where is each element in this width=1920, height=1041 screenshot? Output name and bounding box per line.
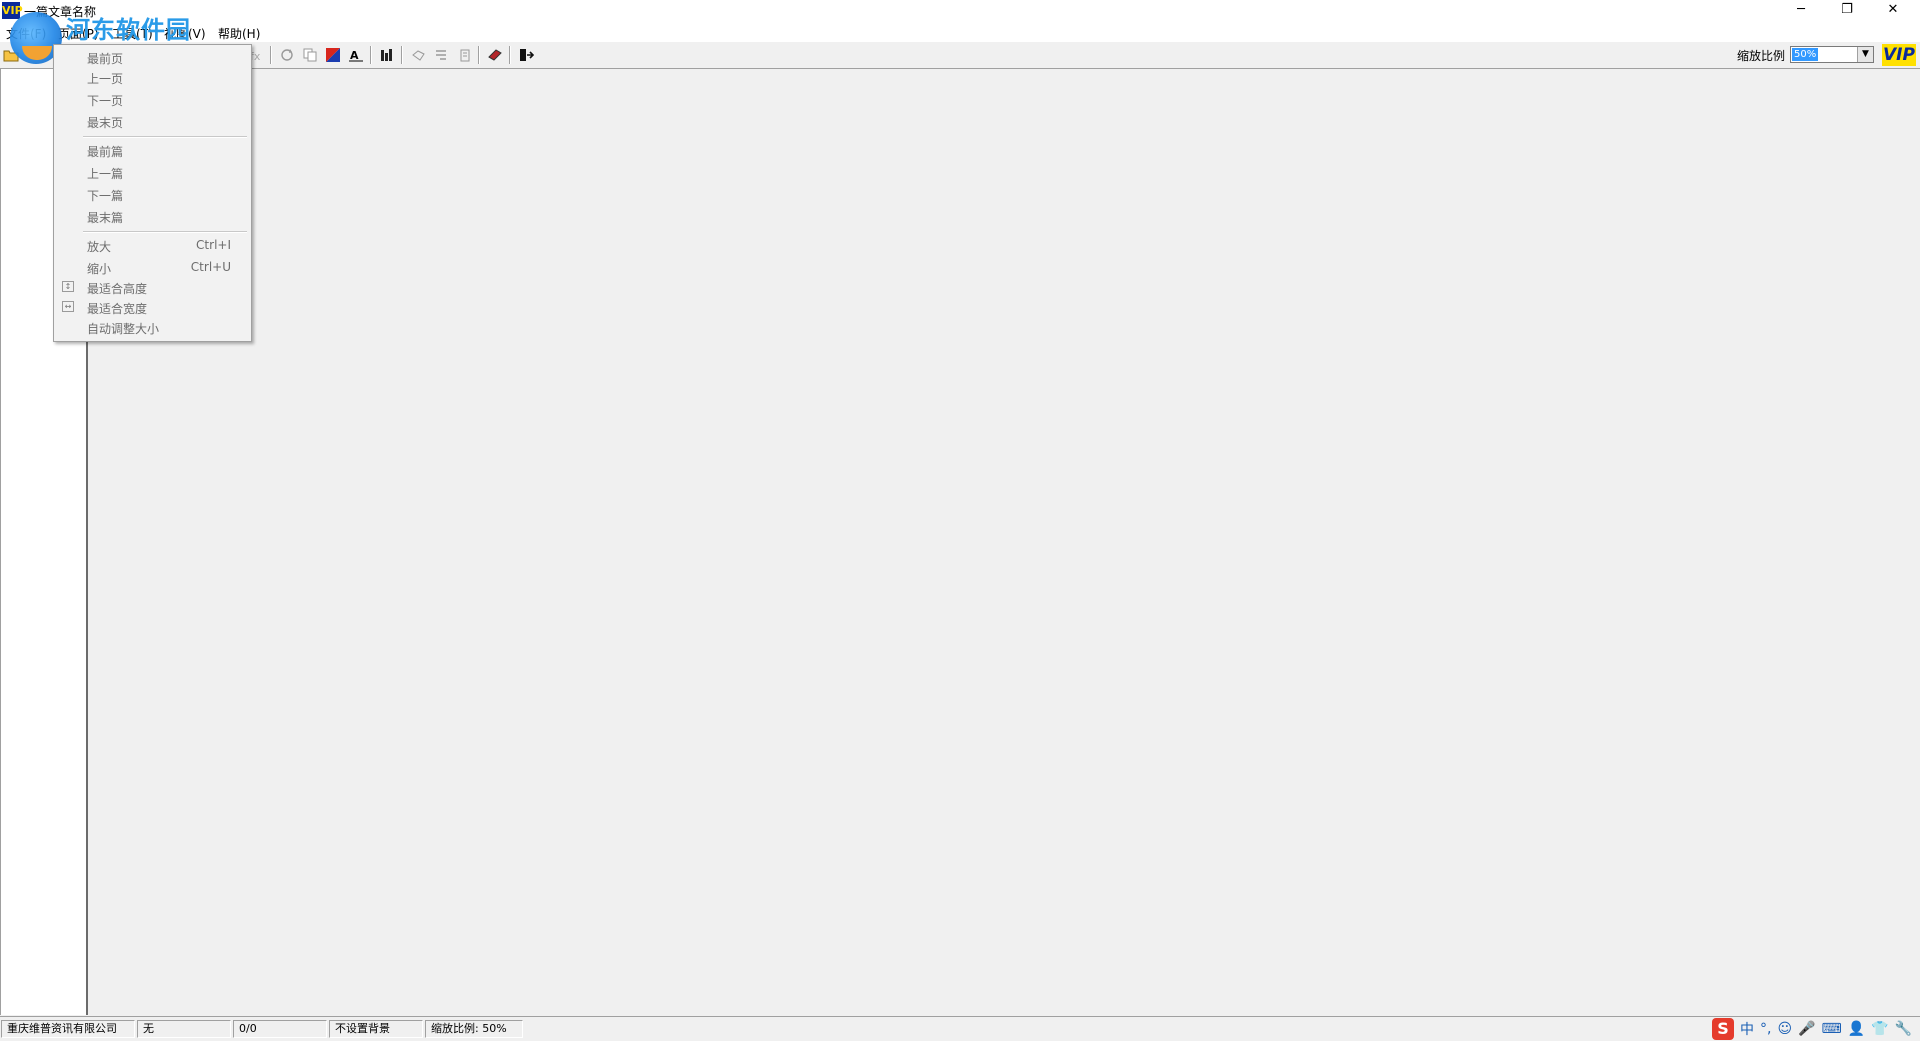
ime-punctuation-indicator[interactable]: °, [1760, 1021, 1771, 1037]
menu-help[interactable]: 帮助(H) [218, 25, 260, 42]
sogou-logo-icon[interactable]: S [1712, 1018, 1734, 1040]
ime-toolbar[interactable]: S 中 °, ☺ 🎤 ⌨ 👤 👕 🔧 [1712, 1017, 1912, 1041]
color-icon[interactable] [323, 46, 343, 64]
window-title: 一篇文章名称 [24, 5, 97, 19]
select-icon[interactable] [431, 46, 451, 64]
keyboard-icon[interactable]: ⌨ [1822, 1021, 1842, 1037]
close-button[interactable]: ✕ [1870, 0, 1916, 22]
menu-separator [83, 136, 247, 138]
text-icon[interactable]: A [346, 46, 366, 64]
settings-wrench-icon[interactable]: 🔧 [1895, 1021, 1912, 1037]
shortcut-text: Ctrl+I [196, 238, 231, 252]
zoom-select-value: 50% [1792, 48, 1819, 61]
app-icon: VIP [2, 2, 23, 19]
title-bar: VIP 一篇文章名称 ─ ❐ ✕ [0, 0, 1920, 22]
document-view[interactable] [92, 69, 1920, 1015]
status-zoom: 缩放比例: 50% [425, 1020, 523, 1038]
fit-height-icon: ↕ [62, 281, 74, 292]
menu-bar: 文件(F) 页面(P) 工具(T) 视图(V) 帮助(H) [0, 22, 1920, 42]
menu-file[interactable]: 文件(F) [6, 25, 46, 42]
chart-icon[interactable] [377, 46, 397, 64]
menu-item-prev-page[interactable]: 上一页 [54, 67, 251, 87]
status-page-count: 0/0 [233, 1020, 327, 1038]
shortcut-text: Ctrl+U [190, 260, 231, 274]
menu-item-auto-size[interactable]: 自动调整大小 [54, 317, 251, 337]
menu-item-zoom-out[interactable]: 缩小 Ctrl+U [54, 257, 251, 277]
menu-item-last-article[interactable]: 最末篇 [54, 206, 251, 226]
copy-icon[interactable] [300, 46, 320, 64]
menu-view[interactable]: 视图(V) [164, 25, 206, 42]
vip-logo: VIP [1882, 44, 1916, 66]
menu-tools[interactable]: 工具(T) [112, 25, 153, 42]
menu-item-last-page[interactable]: 最末页 [54, 111, 251, 131]
hand-icon[interactable] [408, 46, 428, 64]
status-bar: 重庆维普资讯有限公司 无 0/0 不设置背景 缩放比例: 50% S 中 °, … [0, 1016, 1920, 1041]
page-menu-dropdown: 最前页 上一页 下一页 最末页 最前篇 上一篇 下一篇 最末篇 放大 Ctrl+… [53, 44, 252, 342]
menu-separator [83, 231, 247, 233]
chevron-down-icon[interactable]: ▼ [1857, 47, 1873, 62]
zoom-label: 缩放比例 [1737, 49, 1786, 63]
restore-button[interactable]: ❐ [1824, 0, 1870, 22]
pages-icon[interactable] [454, 46, 474, 64]
zoom-select[interactable]: 50% ▼ [1790, 46, 1874, 63]
microphone-icon[interactable]: 🎤 [1798, 1021, 1815, 1037]
menu-item-fit-width[interactable]: ↔ 最适合宽度 [54, 297, 251, 317]
skin-icon[interactable]: 👕 [1871, 1021, 1888, 1037]
menu-item-zoom-in[interactable]: 放大 Ctrl+I [54, 235, 251, 255]
fit-width-icon: ↔ [62, 301, 74, 312]
open-folder-icon[interactable] [1, 46, 21, 64]
ime-mode-indicator[interactable]: 中 [1740, 1019, 1754, 1039]
menu-item-prev-article[interactable]: 上一篇 [54, 162, 251, 182]
menu-item-first-page[interactable]: 最前页 [54, 47, 251, 67]
rotate-icon[interactable] [277, 46, 297, 64]
menu-item-fit-height[interactable]: ↕ 最适合高度 [54, 277, 251, 297]
menu-page[interactable]: 页面(P) [58, 25, 99, 42]
toolbar: fx A 缩放比例 50% ▼ VIP [0, 42, 1920, 69]
menu-item-next-article[interactable]: 下一篇 [54, 184, 251, 204]
user-icon[interactable]: 👤 [1848, 1021, 1865, 1037]
menu-item-first-article[interactable]: 最前篇 [54, 140, 251, 160]
book-icon[interactable] [485, 46, 505, 64]
status-background: 不设置背景 [329, 1020, 423, 1038]
minimize-button[interactable]: ─ [1778, 0, 1824, 22]
status-company: 重庆维普资讯有限公司 [1, 1020, 135, 1038]
emoji-icon[interactable]: ☺ [1777, 1021, 1792, 1037]
svg-text:A: A [350, 49, 359, 62]
exit-icon[interactable] [516, 46, 536, 64]
status-field: 无 [137, 1020, 231, 1038]
menu-item-next-page[interactable]: 下一页 [54, 89, 251, 109]
